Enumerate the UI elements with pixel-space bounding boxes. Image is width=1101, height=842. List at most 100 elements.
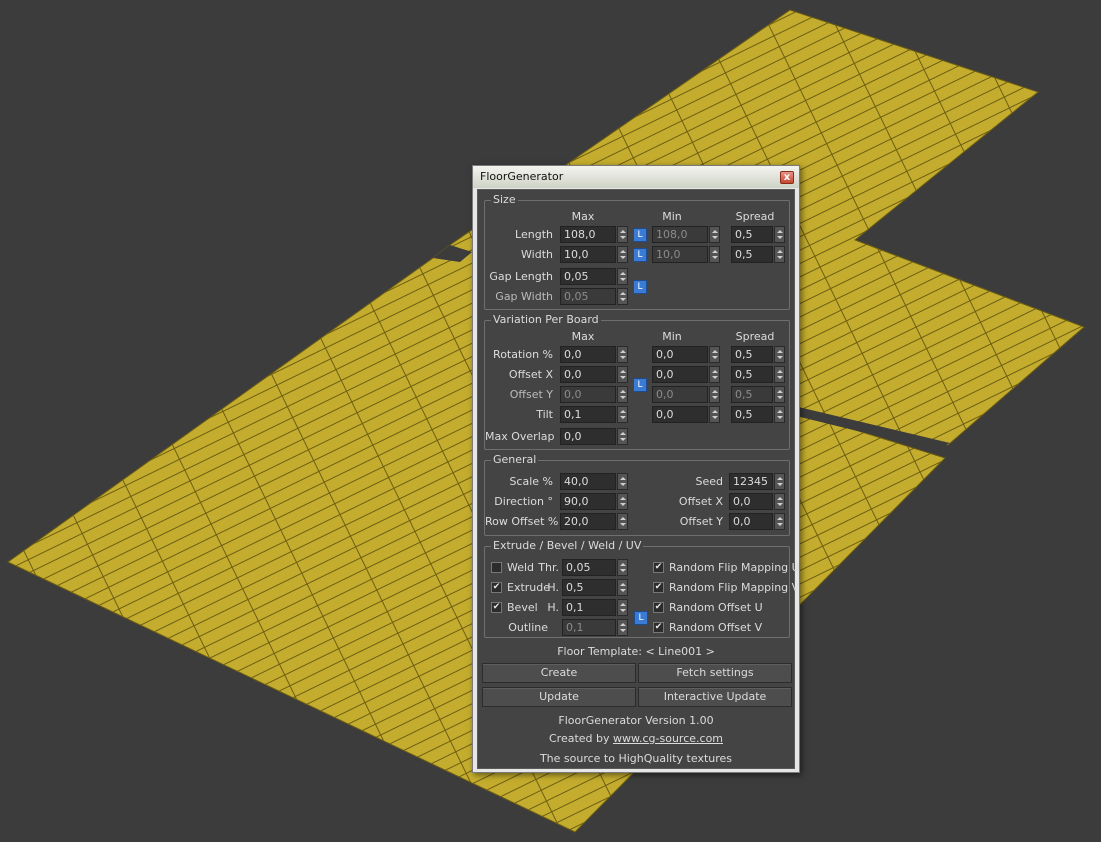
offset-x-min-field[interactable]: 0,0: [652, 366, 708, 383]
spinner-arrows[interactable]: [617, 473, 628, 490]
spinner-arrows[interactable]: [774, 246, 785, 263]
rotation-spread-field[interactable]: 0,5: [731, 346, 773, 363]
offset-y-label: Offset Y: [509, 388, 553, 401]
extrude-checkbox[interactable]: ✔: [491, 582, 502, 593]
spinner-arrows[interactable]: [709, 366, 720, 383]
spinner-arrows[interactable]: [617, 428, 628, 445]
spinner-arrows[interactable]: [617, 246, 628, 263]
max-overlap-label: Max Overlap: [485, 430, 555, 443]
gap-lock-button[interactable]: L: [633, 280, 647, 294]
general-offset-y-field[interactable]: 0,0: [729, 513, 773, 530]
spinner-arrows[interactable]: [774, 406, 785, 423]
width-max-field[interactable]: 10,0: [560, 246, 616, 263]
spinner-arrows[interactable]: [617, 366, 628, 383]
direction-label: Direction °: [494, 495, 553, 508]
offset-y-max-field[interactable]: 0,0: [560, 386, 616, 403]
spinner-arrows[interactable]: [617, 599, 628, 616]
bevel-lock-button[interactable]: L: [634, 611, 648, 625]
width-spread-field[interactable]: 0,5: [731, 246, 773, 263]
row-offset-field[interactable]: 20,0: [560, 513, 616, 530]
website-link[interactable]: www.cg-source.com: [613, 732, 723, 745]
tagline-text: The source to HighQuality textures: [539, 752, 733, 765]
create-button[interactable]: Create: [482, 663, 636, 683]
bevel-h-label: H.: [547, 601, 559, 614]
offset-x-spread-field[interactable]: 0,5: [731, 366, 773, 383]
flip-mapping-u-checkbox[interactable]: ✔: [653, 562, 664, 573]
general-group-title: General: [491, 453, 539, 466]
spinner-arrows[interactable]: [617, 406, 628, 423]
update-button[interactable]: Update: [482, 687, 636, 707]
tilt-max-field[interactable]: 0,1: [560, 406, 616, 423]
spinner-arrows[interactable]: [617, 288, 628, 305]
extrude-h-label: H.: [547, 581, 559, 594]
tilt-spread-field[interactable]: 0,5: [731, 406, 773, 423]
spinner-arrows[interactable]: [774, 226, 785, 243]
spinner-arrows[interactable]: [617, 619, 628, 636]
length-lock-button[interactable]: L: [633, 228, 647, 242]
spinner-arrows[interactable]: [617, 346, 628, 363]
flip-mapping-u-label: Random Flip Mapping U: [669, 561, 800, 574]
spinner-arrows[interactable]: [709, 346, 720, 363]
width-lock-button[interactable]: L: [633, 248, 647, 262]
spinner-arrows[interactable]: [617, 386, 628, 403]
outline-field[interactable]: 0,1: [562, 619, 616, 636]
spinner-arrows[interactable]: [617, 268, 628, 285]
spinner-arrows[interactable]: [709, 226, 720, 243]
col-min-label: Min: [662, 210, 682, 223]
bevel-checkbox[interactable]: ✔: [491, 602, 502, 613]
rotation-min-field[interactable]: 0,0: [652, 346, 708, 363]
spinner-arrows[interactable]: [617, 513, 628, 530]
rotation-max-field[interactable]: 0,0: [560, 346, 616, 363]
gap-width-field[interactable]: 0,05: [560, 288, 616, 305]
offset-lock-button[interactable]: L: [633, 378, 647, 392]
spinner-arrows[interactable]: [774, 493, 785, 510]
offset-x-max-field[interactable]: 0,0: [560, 366, 616, 383]
seed-field[interactable]: 12345: [729, 473, 773, 490]
interactive-update-button[interactable]: Interactive Update: [638, 687, 792, 707]
tilt-label: Tilt: [536, 408, 553, 421]
spinner-arrows[interactable]: [774, 473, 785, 490]
gap-length-field[interactable]: 0,05: [560, 268, 616, 285]
general-offset-x-field[interactable]: 0,0: [729, 493, 773, 510]
spinner-arrows[interactable]: [617, 559, 628, 576]
tilt-min-field[interactable]: 0,0: [652, 406, 708, 423]
extrude-height-field[interactable]: 0,5: [562, 579, 616, 596]
flip-mapping-v-checkbox[interactable]: ✔: [653, 582, 664, 593]
spinner-arrows[interactable]: [774, 346, 785, 363]
fetch-settings-button[interactable]: Fetch settings: [638, 663, 792, 683]
width-label: Width: [521, 248, 553, 261]
random-offset-v-checkbox[interactable]: ✔: [653, 622, 664, 633]
title-bar[interactable]: FloorGenerator x: [473, 166, 799, 188]
offset-y-spread-field[interactable]: 0,5: [731, 386, 773, 403]
direction-field[interactable]: 90,0: [560, 493, 616, 510]
spinner-arrows[interactable]: [617, 579, 628, 596]
spinner-arrows[interactable]: [709, 246, 720, 263]
length-min-field[interactable]: 108,0: [652, 226, 708, 243]
width-min-field[interactable]: 10,0: [652, 246, 708, 263]
general-offset-x-label: Offset X: [678, 495, 723, 508]
offset-y-min-field[interactable]: 0,0: [652, 386, 708, 403]
bevel-height-field[interactable]: 0,1: [562, 599, 616, 616]
close-button[interactable]: x: [780, 171, 794, 184]
spinner-arrows[interactable]: [709, 406, 720, 423]
scale-label: Scale %: [509, 475, 553, 488]
weld-threshold-field[interactable]: 0,05: [562, 559, 616, 576]
scale-field[interactable]: 40,0: [560, 473, 616, 490]
spinner-arrows[interactable]: [617, 493, 628, 510]
rotation-label: Rotation %: [493, 348, 553, 361]
col-spread-label: Spread: [735, 330, 775, 343]
length-spread-field[interactable]: 0,5: [731, 226, 773, 243]
random-offset-u-checkbox[interactable]: ✔: [653, 602, 664, 613]
floor-template-label[interactable]: Floor Template: < Line001 >: [478, 645, 794, 658]
weld-checkbox[interactable]: [491, 562, 502, 573]
spinner-arrows[interactable]: [774, 366, 785, 383]
spinner-arrows[interactable]: [617, 226, 628, 243]
spinner-arrows[interactable]: [709, 386, 720, 403]
random-offset-v-label: Random Offset V: [669, 621, 763, 634]
max-overlap-field[interactable]: 0,0: [560, 428, 616, 445]
length-max-field[interactable]: 108,0: [560, 226, 616, 243]
spinner-arrows[interactable]: [774, 386, 785, 403]
gap-width-label: Gap Width: [495, 290, 553, 303]
spinner-arrows[interactable]: [774, 513, 785, 530]
offset-x-label: Offset X: [508, 368, 553, 381]
